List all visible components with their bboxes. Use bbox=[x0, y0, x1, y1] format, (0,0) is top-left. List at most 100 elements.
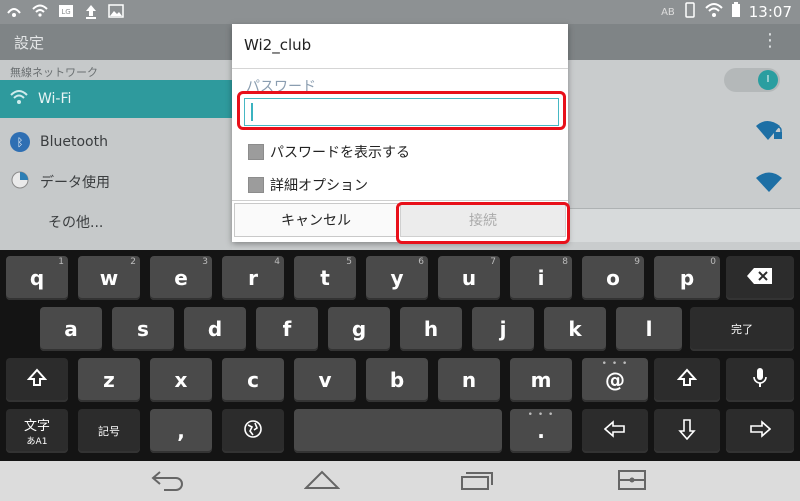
wifi-small-icon bbox=[32, 3, 48, 23]
settings-item-wifi[interactable]: Wi-Fi bbox=[0, 80, 232, 118]
key-o[interactable]: o9 bbox=[582, 256, 644, 300]
key-dots: • • • bbox=[601, 359, 629, 369]
key-b[interactable]: b bbox=[366, 358, 428, 402]
key-settings[interactable] bbox=[222, 409, 284, 453]
dialog-divider bbox=[232, 68, 568, 69]
arrow-left-icon bbox=[603, 419, 626, 443]
key-s[interactable]: s bbox=[112, 307, 174, 351]
connect-highlight-outline bbox=[396, 202, 570, 244]
key-label: p bbox=[679, 266, 695, 290]
key-shift[interactable] bbox=[6, 358, 68, 402]
key-u[interactable]: u7 bbox=[438, 256, 500, 300]
key-h[interactable]: h bbox=[400, 307, 462, 351]
key-shift-right[interactable] bbox=[654, 358, 720, 402]
key-i[interactable]: i8 bbox=[510, 256, 572, 300]
key-hint: 5 bbox=[346, 257, 352, 267]
key-label: x bbox=[174, 368, 188, 392]
key-v[interactable]: v bbox=[294, 358, 356, 402]
settings-item-data-usage[interactable]: データ使用 bbox=[0, 163, 232, 201]
advanced-options-checkbox[interactable] bbox=[248, 177, 264, 193]
key-k[interactable]: k bbox=[544, 307, 606, 351]
vibrate-icon bbox=[683, 2, 697, 22]
key-label: l bbox=[645, 317, 653, 341]
done-key[interactable]: 完了 bbox=[690, 307, 794, 351]
key-c[interactable]: c bbox=[222, 358, 284, 402]
wifi-toggle[interactable]: I bbox=[724, 68, 780, 92]
recent-apps-button[interactable] bbox=[458, 469, 498, 495]
key-sublabel: あA1 bbox=[26, 437, 48, 447]
wifi-status-icon bbox=[705, 2, 723, 22]
settings-item-bluetooth[interactable]: ᛒ Bluetooth bbox=[0, 123, 232, 161]
shift-icon bbox=[26, 367, 48, 393]
wifi-signal-open-icon bbox=[754, 170, 784, 194]
svg-text:LG: LG bbox=[61, 8, 70, 16]
key-period[interactable]: • • • . bbox=[510, 409, 572, 453]
settings-list: 無線ネットワーク Wi-Fi ᛒ Bluetooth データ使用 その他... bbox=[0, 60, 232, 250]
arrow-right-icon bbox=[749, 419, 772, 443]
dual-window-button[interactable] bbox=[612, 469, 652, 495]
key-t[interactable]: t5 bbox=[294, 256, 356, 300]
advanced-options-label: 詳細オプション bbox=[270, 178, 368, 194]
text-caret bbox=[251, 103, 253, 121]
key-a[interactable]: a bbox=[40, 307, 102, 351]
key-label: m bbox=[530, 368, 552, 392]
key-label: , bbox=[177, 419, 185, 443]
key-symbols[interactable]: 記号 bbox=[78, 409, 140, 453]
key-n[interactable]: n bbox=[438, 358, 500, 402]
key-m[interactable]: m bbox=[510, 358, 572, 402]
home-button[interactable] bbox=[302, 469, 342, 495]
key-label: y bbox=[390, 266, 404, 290]
key-label: r bbox=[248, 266, 258, 290]
missed-call-icon bbox=[6, 3, 22, 23]
key-f[interactable]: f bbox=[256, 307, 318, 351]
back-button[interactable] bbox=[148, 469, 188, 495]
overflow-menu-icon[interactable]: ⋮ bbox=[761, 30, 779, 51]
key-label: . bbox=[537, 419, 545, 443]
dual-window-icon bbox=[617, 469, 647, 495]
key-backspace[interactable] bbox=[726, 256, 794, 300]
key-hint: 0 bbox=[710, 257, 716, 267]
key-d[interactable]: d bbox=[184, 307, 246, 351]
key-label: i bbox=[537, 266, 545, 290]
key-dots: • • • bbox=[527, 410, 555, 420]
password-input[interactable] bbox=[244, 98, 559, 126]
show-password-option[interactable]: パスワードを表示する bbox=[248, 142, 410, 162]
key-comma[interactable]: , bbox=[150, 409, 212, 453]
key-y[interactable]: y6 bbox=[366, 256, 428, 300]
key-label: u bbox=[461, 266, 477, 290]
cancel-button[interactable]: キャンセル bbox=[234, 203, 398, 237]
navigation-bar bbox=[0, 461, 800, 501]
key-g[interactable]: g bbox=[328, 307, 390, 351]
key-at[interactable]: • • • @ bbox=[582, 358, 648, 402]
key-input-mode[interactable]: 文字 あA1 bbox=[6, 409, 68, 453]
key-label: s bbox=[137, 317, 149, 341]
key-cursor-down[interactable] bbox=[654, 409, 720, 453]
data-usage-icon bbox=[10, 170, 30, 194]
key-e[interactable]: e3 bbox=[150, 256, 212, 300]
key-voice[interactable] bbox=[726, 358, 794, 402]
key-cursor-left[interactable] bbox=[582, 409, 648, 453]
advanced-options-option[interactable]: 詳細オプション bbox=[248, 175, 368, 195]
dialog-title: Wi2_club bbox=[244, 36, 312, 54]
wifi-icon bbox=[10, 89, 28, 109]
settings-item-label: その他... bbox=[48, 215, 104, 231]
key-r[interactable]: r4 bbox=[222, 256, 284, 300]
settings-item-more[interactable]: その他... bbox=[0, 203, 232, 241]
status-icons-left: LG bbox=[6, 3, 124, 23]
key-w[interactable]: w2 bbox=[78, 256, 140, 300]
key-q[interactable]: q1 bbox=[6, 256, 68, 300]
key-z[interactable]: z bbox=[78, 358, 140, 402]
globe-icon bbox=[243, 419, 263, 444]
key-label: v bbox=[318, 368, 332, 392]
key-p[interactable]: p0 bbox=[654, 256, 720, 300]
key-cursor-right[interactable] bbox=[726, 409, 794, 453]
key-label: 文字 bbox=[23, 419, 50, 434]
show-password-checkbox[interactable] bbox=[248, 144, 264, 160]
key-l[interactable]: l bbox=[616, 307, 682, 351]
key-j[interactable]: j bbox=[472, 307, 534, 351]
key-x[interactable]: x bbox=[150, 358, 212, 402]
key-space[interactable] bbox=[294, 409, 502, 453]
key-hint: 1 bbox=[58, 257, 64, 267]
key-label: z bbox=[103, 368, 115, 392]
key-label: q bbox=[29, 266, 45, 290]
